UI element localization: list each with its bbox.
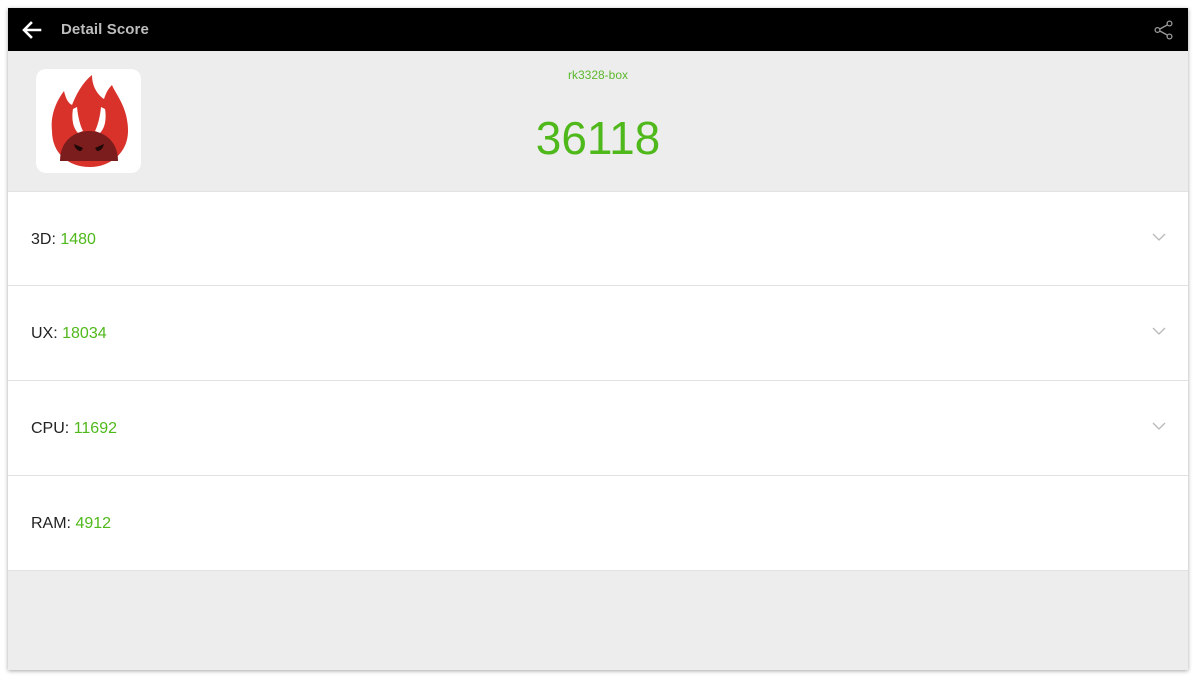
arrow-back-icon	[22, 21, 42, 39]
score-list: 3D: 1480 UX: 18034 CPU: 11692 RAM: 4912	[8, 191, 1188, 571]
share-button[interactable]	[1152, 18, 1176, 42]
score-row-text: CPU: 11692	[31, 419, 117, 439]
score-row-text: RAM: 4912	[31, 514, 111, 534]
page-title: Detail Score	[61, 21, 149, 38]
app-bar: Detail Score	[8, 8, 1188, 51]
score-row-ux[interactable]: UX: 18034	[8, 286, 1188, 381]
score-row-text: UX: 18034	[31, 324, 107, 344]
score-label: UX:	[31, 325, 58, 342]
chevron-down-icon[interactable]	[1152, 326, 1166, 336]
score-label: RAM:	[31, 515, 71, 532]
score-value: 18034	[62, 325, 107, 342]
score-row-3d[interactable]: 3D: 1480	[8, 191, 1188, 286]
device-name: rk3328-box	[567, 68, 629, 82]
back-button[interactable]	[18, 16, 46, 44]
score-row-cpu[interactable]: CPU: 11692	[8, 381, 1188, 476]
score-value: 4912	[75, 515, 112, 532]
app-window: Detail Score rk3328-box 36118 3D: 1480 U…	[8, 8, 1188, 670]
score-row-ram: RAM: 4912	[8, 476, 1188, 571]
score-label: 3D:	[31, 231, 56, 248]
score-value: 1480	[60, 231, 96, 248]
total-score: 36118	[535, 112, 661, 164]
score-value: 11692	[73, 420, 117, 437]
score-row-text: 3D: 1480	[31, 230, 96, 250]
share-icon	[1154, 20, 1173, 40]
chevron-down-icon[interactable]	[1152, 421, 1166, 431]
score-header: rk3328-box 36118	[8, 51, 1188, 191]
score-label: CPU:	[31, 420, 70, 437]
chevron-down-icon[interactable]	[1152, 232, 1166, 242]
